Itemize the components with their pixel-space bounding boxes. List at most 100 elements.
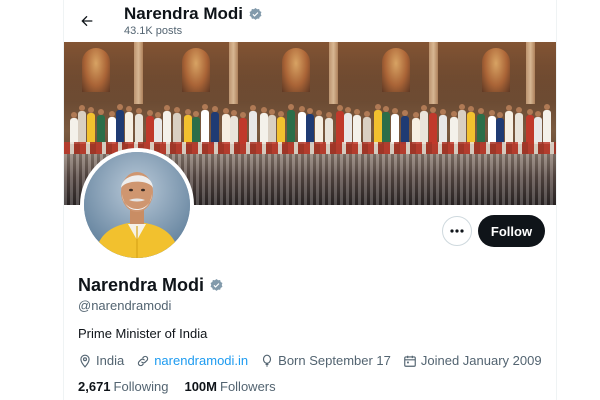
header-name: Narendra Modi [124,4,263,24]
banner-person [534,111,542,144]
profile-bio: Prime Minister of India [78,326,208,341]
banner-person [184,109,192,144]
header-post-count: 43.1K posts [124,25,183,37]
banner-column [229,42,238,104]
banner-person [477,108,485,144]
banner-arch [82,48,110,92]
banner-person [488,110,496,144]
banner-person [116,104,124,144]
banner-person [260,107,268,144]
profile-stats: 2,671 Following 100M Followers [78,379,276,394]
banner-column [526,42,535,104]
profile-header-bar: Narendra Modi 43.1K posts [64,0,556,42]
banner-column [134,42,143,104]
verified-badge-icon[interactable] [209,278,224,293]
banner-person [211,106,219,144]
back-button[interactable] [74,8,100,34]
header-name-text: Narendra Modi [124,4,244,23]
banner-person [467,106,475,144]
banner-person [382,106,390,144]
banner-person [401,110,409,144]
banner-person [173,107,181,144]
banner-arch [382,48,410,92]
banner-person [287,104,295,144]
followers-label: Followers [220,379,276,394]
profile-website: narendramodi.in [136,353,248,368]
profile-joined: Joined January 2009 [403,353,542,368]
banner-person [230,110,238,144]
profile-photo [84,152,190,258]
banner-person [363,111,371,144]
following-label: Following [113,379,169,394]
following-count: 2,671 [78,379,111,394]
banner-person [391,108,399,144]
banner-person [108,111,116,144]
banner-person [277,111,285,144]
banner-person [78,105,86,144]
banner-person [458,104,466,144]
profile-website-link[interactable]: narendramodi.in [154,353,248,368]
banner-column [429,42,438,104]
following-link[interactable]: 2,671 Following [78,379,168,394]
more-options-icon [450,229,464,233]
profile-joined-text: Joined January 2009 [420,353,542,368]
banner-person [268,109,276,144]
banner-person [249,105,257,144]
banner-person [70,112,78,144]
more-options-button[interactable] [442,216,472,246]
banner-arch [482,48,510,92]
banner-person [336,105,344,144]
banner-people-row [64,100,556,144]
calendar-icon [403,354,417,368]
banner-person [325,112,333,144]
banner-person [135,108,143,144]
banner-person [439,109,447,144]
banner-person [353,109,361,144]
banner-person [87,107,95,144]
banner-person [306,108,314,144]
banner-arch [182,48,210,92]
profile-location: India [78,353,124,368]
banner-person [222,108,230,144]
avatar[interactable] [80,148,194,262]
back-arrow-icon [79,13,95,29]
follow-button[interactable]: Follow [478,215,545,247]
followers-count: 100M [184,379,217,394]
banner-person [146,110,154,144]
banner-person [543,104,551,144]
profile-meta: India narendramodi.in Born September 17 … [78,353,542,368]
banner-person [412,112,420,144]
profile-handle: @narendramodi [78,298,172,313]
banner-person [429,107,437,144]
banner-arch [282,48,310,92]
profile-name-text: Narendra Modi [78,275,205,295]
banner-person [192,111,200,144]
banner-person [298,106,306,144]
banner-person [97,109,105,144]
profile-frame: Narendra Modi 43.1K posts Follow Narendr… [63,0,557,400]
verified-badge-icon [248,7,263,22]
banner-person [344,107,352,144]
profile-location-text: India [96,353,125,368]
banner-person [163,105,171,144]
banner-person [315,110,323,144]
banner-person [154,112,162,144]
banner-person [450,111,458,144]
balloon-icon [260,354,274,368]
location-pin-icon [78,354,92,368]
profile-birthday-text: Born September 17 [278,353,391,368]
banner-person [374,104,382,144]
banner-person [201,104,209,144]
banner-person [125,106,133,144]
banner-person [505,105,513,144]
followers-link[interactable]: 100M Followers [184,379,275,394]
banner-person [420,105,428,144]
banner-person [526,109,534,144]
banner-person [515,107,523,144]
link-icon [136,354,150,368]
profile-birthday: Born September 17 [260,353,391,368]
profile-name: Narendra Modi [78,275,224,296]
banner-column [329,42,338,104]
banner-person [496,112,504,144]
banner-person [239,112,247,144]
